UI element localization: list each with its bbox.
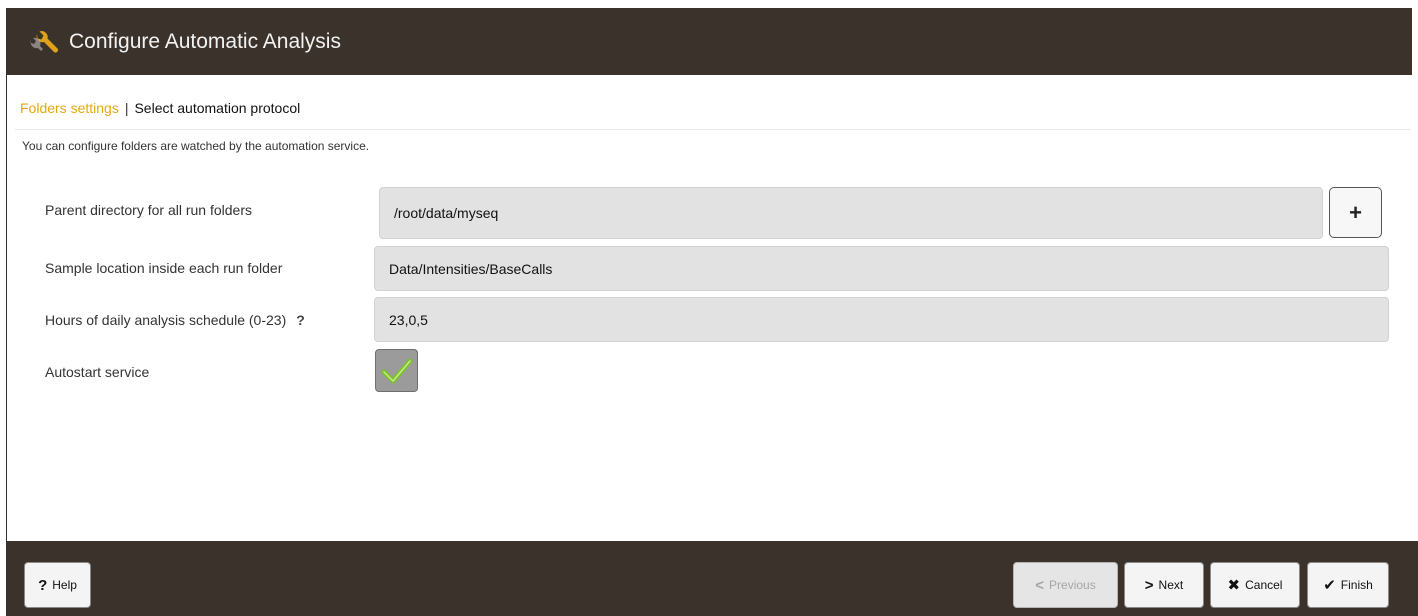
sample-location-label: Sample location inside each run folder (45, 260, 283, 276)
header-divider (15, 129, 1410, 130)
chevron-left-icon: < (1035, 576, 1045, 594)
schedule-label-row: Hours of daily analysis schedule (0-23)? (45, 312, 305, 328)
intro-text: You can configure folders are watched by… (22, 139, 370, 153)
chevron-right-icon: > (1144, 576, 1154, 594)
window-edge (0, 0, 4, 616)
cancel-button-label: Cancel (1245, 578, 1283, 592)
checkmark-icon: ✔ (1323, 577, 1336, 594)
window-title: Configure Automatic Analysis (69, 30, 341, 53)
help-button-label: Help (52, 578, 77, 592)
question-mark-icon: ? (38, 576, 48, 594)
schedule-value: 23,0,5 (389, 311, 428, 328)
finish-button-label: Finish (1340, 578, 1373, 592)
cancel-button[interactable]: ✖ Cancel (1210, 562, 1300, 608)
title-bar: Configure Automatic Analysis (7, 8, 1412, 75)
add-folder-button[interactable]: + (1329, 187, 1382, 238)
breadcrumb-folders-settings[interactable]: Folders settings (20, 100, 119, 116)
previous-button-label: Previous (1049, 578, 1096, 592)
close-icon: ✖ (1227, 577, 1241, 594)
parent-directory-value: /root/data/myseq (394, 205, 499, 221)
sample-location-value: Data/Intensities/BaseCalls (389, 260, 553, 277)
previous-button[interactable]: < Previous (1013, 562, 1118, 608)
finish-button[interactable]: ✔ Finish (1307, 562, 1389, 608)
help-question-icon[interactable]: ? (296, 312, 305, 328)
help-button[interactable]: ? Help (24, 562, 91, 608)
checkmark-icon (381, 358, 412, 383)
breadcrumb: Folders settings | Select automation proto… (20, 100, 300, 116)
next-button-label: Next (1158, 578, 1184, 592)
footer-bar: ? Help < Previous > Next ✖ Cancel ✔ Fini… (7, 541, 1418, 616)
schedule-label: Hours of daily analysis schedule (0-23) (45, 312, 287, 328)
parent-directory-label: Parent directory for all run folders (45, 202, 252, 218)
breadcrumb-select-automation-protocol[interactable]: Select automation protocol (134, 100, 300, 116)
autostart-label: Autostart service (45, 364, 150, 380)
window-border (6, 8, 7, 616)
wrench-icon (30, 31, 59, 53)
schedule-field[interactable]: 23,0,5 (374, 297, 1389, 342)
parent-directory-field[interactable]: /root/data/myseq (379, 187, 1323, 239)
sample-location-field[interactable]: Data/Intensities/BaseCalls (374, 246, 1389, 291)
next-button[interactable]: > Next (1124, 562, 1204, 608)
autostart-checkbox[interactable] (375, 349, 418, 392)
breadcrumb-separator: | (124, 100, 129, 116)
